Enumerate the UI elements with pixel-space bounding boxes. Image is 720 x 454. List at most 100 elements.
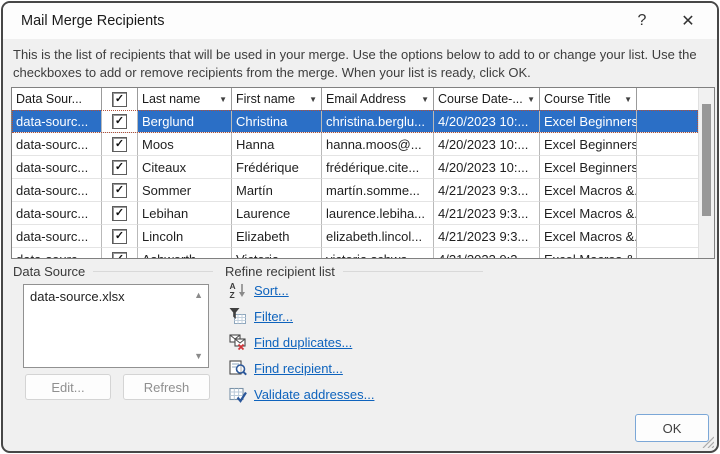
sort-az-icon: A Z — [229, 281, 247, 299]
cell-course-date: 4/21/2023 9:3... — [434, 225, 540, 248]
cell-filler — [637, 179, 698, 202]
close-icon: ✕ — [681, 13, 694, 30]
cell-course-date: 4/20/2023 10:... — [434, 110, 540, 133]
table-scrollbar[interactable] — [698, 88, 714, 258]
close-button[interactable]: ✕ — [665, 4, 711, 38]
svg-text:Z: Z — [230, 290, 235, 299]
data-source-list[interactable]: data-source.xlsx ▲ ▼ — [23, 284, 209, 368]
group-divider — [93, 271, 213, 272]
cell-course-date: 4/21/2023 9:3... — [434, 248, 540, 259]
title-bar-buttons: ? ✕ — [619, 4, 717, 38]
cell-course-date: 4/21/2023 9:3... — [434, 202, 540, 225]
cell-data-source: data-sourc... — [12, 179, 102, 202]
data-source-item[interactable]: data-source.xlsx — [24, 285, 208, 304]
help-button[interactable]: ? — [619, 4, 665, 38]
find-recipient-link[interactable]: Find recipient... — [229, 359, 374, 377]
cell-course-date: 4/20/2023 10:... — [434, 156, 540, 179]
cell-course-date: 4/21/2023 9:3... — [434, 179, 540, 202]
recipient-checkbox[interactable]: ✓ — [112, 206, 127, 221]
cell-checkbox[interactable]: ✓ — [102, 156, 138, 179]
refine-links: A Z Sort... Filter... — [229, 281, 374, 403]
cell-checkbox[interactable]: ✓ — [102, 179, 138, 202]
cell-course-title: Excel Macros &... — [540, 225, 637, 248]
cell-email-address: frédérique.cite... — [322, 156, 434, 179]
table-row[interactable]: data-sourc... ✓ Sommer Martín martín.som… — [12, 179, 698, 202]
sort-dropdown-icon[interactable]: ▼ — [418, 95, 429, 104]
column-header-select-all[interactable]: ✓ — [102, 88, 138, 110]
recipient-checkbox[interactable]: ✓ — [112, 229, 127, 244]
cell-filler — [637, 110, 698, 133]
column-header-last-name[interactable]: Last name▼ — [138, 88, 232, 110]
sort-link-label[interactable]: Sort... — [254, 283, 289, 298]
table-scrollbar-thumb[interactable] — [702, 104, 711, 216]
table-row[interactable]: data-sourc... ✓ Citeaux Frédérique frédé… — [12, 156, 698, 179]
cell-last-name: Lincoln — [138, 225, 232, 248]
cell-data-source: data-sourc... — [12, 202, 102, 225]
sort-dropdown-icon[interactable]: ▼ — [216, 95, 227, 104]
recipient-checkbox[interactable]: ✓ — [112, 137, 127, 152]
filter-link-label[interactable]: Filter... — [254, 309, 293, 324]
cell-filler — [637, 156, 698, 179]
find-recipient-link-label[interactable]: Find recipient... — [254, 361, 343, 376]
validate-addresses-link[interactable]: Validate addresses... — [229, 385, 374, 403]
cell-checkbox[interactable]: ✓ — [102, 110, 138, 133]
cell-checkbox[interactable]: ✓ — [102, 248, 138, 259]
cell-course-date: 4/20/2023 10:... — [434, 133, 540, 156]
cell-first-name: Laurence — [232, 202, 322, 225]
cell-first-name: Christina — [232, 110, 322, 133]
recipient-checkbox[interactable]: ✓ — [112, 183, 127, 198]
recipient-checkbox[interactable]: ✓ — [112, 114, 127, 129]
column-header-course-title[interactable]: Course Title▼ — [540, 88, 637, 110]
cell-first-name: Elizabeth — [232, 225, 322, 248]
cell-data-source: data-sourc... — [12, 110, 102, 133]
cell-email-address: christina.berglu... — [322, 110, 434, 133]
table-row[interactable]: data-sourc... ✓ Berglund Christina chris… — [12, 110, 698, 133]
column-header-email-address[interactable]: Email Address ▼ — [322, 88, 434, 110]
cell-email-address: martín.somme... — [322, 179, 434, 202]
column-header-label: Email Address — [326, 92, 406, 106]
scroll-up-icon[interactable]: ▲ — [194, 291, 203, 300]
validate-addresses-icon — [229, 385, 247, 403]
column-header-data-source[interactable]: Data Sour... — [12, 88, 102, 110]
cell-checkbox[interactable]: ✓ — [102, 133, 138, 156]
cell-checkbox[interactable]: ✓ — [102, 225, 138, 248]
cell-first-name: Hanna — [232, 133, 322, 156]
sort-dropdown-icon[interactable]: ▼ — [306, 95, 317, 104]
edit-button[interactable]: Edit... — [25, 374, 111, 400]
refresh-button[interactable]: Refresh — [123, 374, 210, 400]
cell-last-name: Ashworth — [138, 248, 232, 259]
title-bar[interactable]: Mail Merge Recipients ? ✕ — [3, 3, 717, 39]
recipient-checkbox[interactable]: ✓ — [112, 252, 127, 260]
cell-last-name: Moos — [138, 133, 232, 156]
find-duplicates-link-label[interactable]: Find duplicates... — [254, 335, 352, 350]
cell-course-title: Excel Beginners — [540, 133, 637, 156]
recipient-checkbox[interactable]: ✓ — [112, 160, 127, 175]
cell-course-title: Excel Beginners — [540, 110, 637, 133]
ok-button[interactable]: OK — [635, 414, 709, 442]
recipient-table-body: data-sourc... ✓ Berglund Christina chris… — [12, 110, 698, 259]
find-duplicates-link[interactable]: Find duplicates... — [229, 333, 374, 351]
column-header-label: First name — [236, 92, 295, 106]
cell-checkbox[interactable]: ✓ — [102, 202, 138, 225]
cell-email-address: hanna.moos@... — [322, 133, 434, 156]
sort-dropdown-icon[interactable]: ▼ — [621, 95, 632, 104]
cell-data-source: data-sourc... — [12, 225, 102, 248]
filter-link[interactable]: Filter... — [229, 307, 374, 325]
cell-filler — [637, 202, 698, 225]
cell-email-address: laurence.lebiha... — [322, 202, 434, 225]
validate-addresses-link-label[interactable]: Validate addresses... — [254, 387, 374, 402]
cell-course-title: Excel Beginners — [540, 156, 637, 179]
table-row[interactable]: data-sourc... ✓ Moos Hanna hanna.moos@..… — [12, 133, 698, 156]
sort-link[interactable]: A Z Sort... — [229, 281, 374, 299]
column-header-course-date[interactable]: Course Date-...▼ — [434, 88, 540, 110]
table-row[interactable]: data-sourc... ✓ Lebihan Laurence laurenc… — [12, 202, 698, 225]
resize-grip-icon[interactable] — [700, 434, 714, 448]
scroll-down-icon[interactable]: ▼ — [194, 352, 203, 361]
table-row[interactable]: data-sourc... ✓ Lincoln Elizabeth elizab… — [12, 225, 698, 248]
sort-dropdown-icon[interactable]: ▼ — [524, 95, 535, 104]
screen: Mail Merge Recipients ? ✕ This is the li… — [0, 0, 720, 454]
column-header-first-name[interactable]: First name ▼ — [232, 88, 322, 110]
cell-filler — [637, 225, 698, 248]
select-all-checkbox[interactable]: ✓ — [112, 92, 127, 107]
table-row[interactable]: data-sourc... ✓ Ashworth Victoria victor… — [12, 248, 698, 259]
